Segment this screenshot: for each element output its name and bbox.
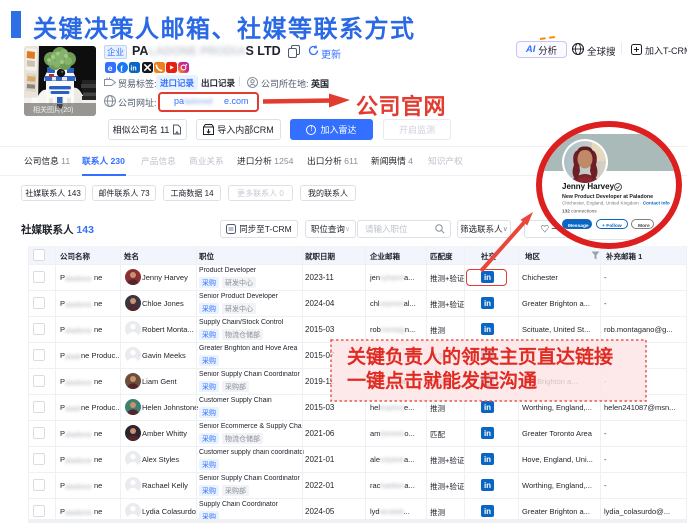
svg-text:in: in (131, 65, 137, 72)
svg-text:相关图片(20): 相关图片(20) (33, 105, 73, 114)
svg-text:f: f (120, 63, 123, 73)
svg-text:e: e (108, 63, 113, 73)
